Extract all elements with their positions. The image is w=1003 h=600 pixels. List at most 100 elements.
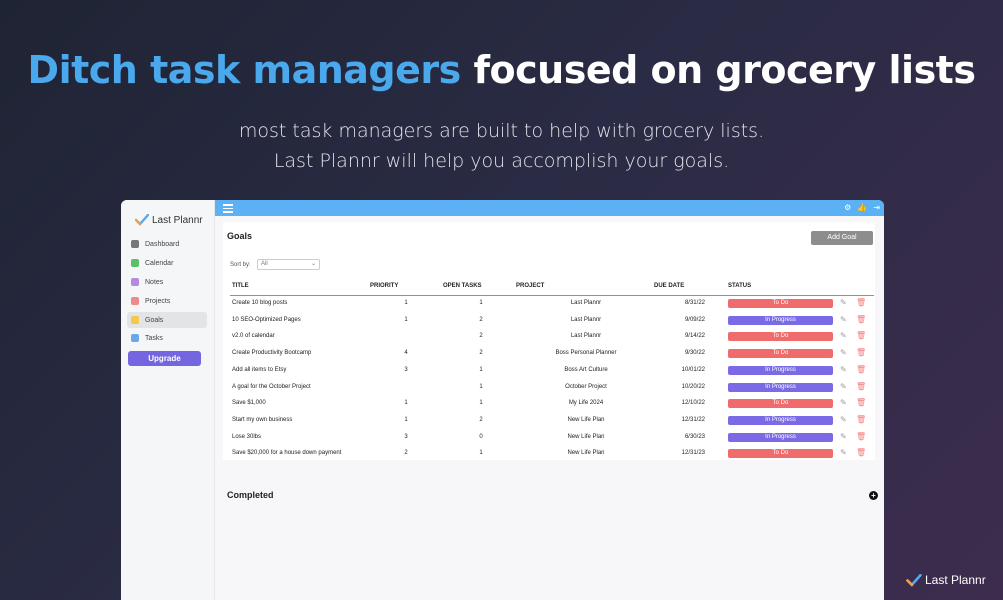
status-badge[interactable]: In Progress: [728, 315, 833, 325]
goal-due-date: 10/01/22: [681, 366, 705, 373]
table-row[interactable]: Start my own business 1 2 New Life Plan 12/3…: [223, 413, 875, 429]
goal-project: Last Plannr: [570, 300, 602, 306]
main-content: Goals Add Goal Sort by: All ⌄ TITLE PRIO…: [215, 216, 884, 600]
thumbs-up-icon[interactable]: 👍: [857, 203, 867, 212]
trash-icon[interactable]: 🗑: [856, 448, 866, 457]
goal-project: Boss Art Culture: [564, 366, 608, 373]
goal-due-date: 12/31/22: [681, 416, 705, 423]
goal-due-date: 9/09/22: [684, 316, 705, 323]
checkmark-logo-icon: [135, 214, 149, 226]
trash-icon[interactable]: 🗑: [856, 331, 866, 340]
table-row[interactable]: Save $1,000 1 1 My Life 2024 12/10/22 To Do ✎ 🗑: [223, 396, 875, 412]
trash-icon[interactable]: 🗑: [856, 398, 866, 407]
table-row[interactable]: Create 10 blog posts 1 1 Last Plannr 8/31/22…: [223, 296, 875, 312]
status-badge[interactable]: In Progress: [728, 382, 833, 392]
goal-title: v2.0 of calendar: [232, 333, 275, 340]
goal-due-date: 8/31/22: [684, 300, 705, 306]
sidebar-item-projects[interactable]: Projects: [127, 293, 207, 309]
goal-priority: 4: [404, 350, 408, 357]
table-row[interactable]: A goal for the October Project 1 October P…: [223, 380, 875, 396]
trash-icon[interactable]: 🗑: [856, 298, 866, 307]
edit-icon[interactable]: ✎: [840, 348, 847, 357]
status-badge[interactable]: In Progress: [728, 415, 833, 425]
table-row[interactable]: Create Productivity Bootcamp 4 2 Boss Perso…: [223, 346, 875, 362]
goal-open-tasks: 1: [479, 366, 483, 373]
edit-icon[interactable]: ✎: [840, 382, 847, 391]
trash-icon[interactable]: 🗑: [856, 365, 866, 374]
goal-open-tasks: 1: [479, 300, 483, 306]
goal-open-tasks: 1: [479, 383, 483, 390]
goal-project: Boss Personal Planner: [555, 350, 617, 357]
status-badge[interactable]: In Progress: [728, 432, 833, 442]
table-row[interactable]: v2.0 of calendar 2 Last Plannr 9/14/22 To Do…: [223, 329, 875, 345]
table-row[interactable]: Lose 30lbs 3 0 New Life Plan 6/30/23 In Progr…: [223, 430, 875, 446]
sidebar-item-tasks[interactable]: Tasks: [127, 330, 207, 346]
brand-text: Last Plannr: [925, 573, 986, 587]
sort-label: Sort by:: [230, 262, 251, 268]
trash-icon[interactable]: 🗑: [856, 382, 866, 391]
sidebar-item-notes[interactable]: Notes: [127, 274, 207, 290]
logout-icon[interactable]: ⇥: [873, 203, 880, 212]
sidebar-item-dashboard[interactable]: Dashboard: [127, 236, 207, 252]
table-row[interactable]: Save $20,000 for a house down payment 2 1 N…: [223, 446, 875, 462]
upgrade-button[interactable]: Upgrade: [128, 351, 201, 366]
status-badge[interactable]: To Do: [728, 349, 833, 359]
add-goal-button[interactable]: Add Goal: [811, 231, 873, 245]
column-header-priority[interactable]: PRIORITY: [370, 283, 398, 289]
trash-icon[interactable]: 🗑: [856, 315, 866, 324]
app-logo[interactable]: Last Plannr: [135, 214, 203, 226]
status-badge[interactable]: To Do: [728, 299, 833, 308]
goal-project: October Project: [565, 383, 607, 390]
edit-icon[interactable]: ✎: [840, 365, 847, 374]
status-badge[interactable]: To Do: [728, 449, 833, 459]
table-row[interactable]: Add all items to Etsy 3 1 Boss Art Culture 1…: [223, 363, 875, 379]
settings-icon[interactable]: ⚙: [844, 203, 851, 212]
goals-panel: Goals Add Goal Sort by: All ⌄ TITLE PRIO…: [223, 222, 875, 460]
edit-icon[interactable]: ✎: [840, 331, 847, 340]
top-bar-actions: ⚙ 👍 ⇥: [844, 203, 880, 212]
hamburger-menu-icon[interactable]: [223, 204, 233, 215]
edit-icon[interactable]: ✎: [840, 315, 847, 324]
chevron-down-icon: ⌄: [310, 261, 316, 267]
column-header-title[interactable]: TITLE: [232, 283, 249, 289]
edit-icon[interactable]: ✎: [840, 448, 847, 457]
sidebar-item-label: Tasks: [145, 334, 163, 342]
app-window: Last Plannr Dashboard Calendar Notes Projec…: [121, 200, 884, 600]
status-badge[interactable]: To Do: [728, 332, 833, 342]
goal-due-date: 9/30/22: [684, 350, 705, 357]
edit-icon[interactable]: ✎: [840, 432, 847, 441]
hero-subline-1: most task managers are built to help wit…: [238, 120, 765, 142]
goal-due-date: 9/14/22: [684, 333, 705, 340]
goal-open-tasks: 2: [479, 333, 483, 340]
goal-title: Add all items to Etsy: [232, 366, 287, 373]
edit-icon[interactable]: ✎: [840, 398, 847, 407]
status-badge[interactable]: To Do: [728, 399, 833, 409]
column-header-project[interactable]: PROJECT: [516, 283, 544, 289]
add-completed-icon[interactable]: +: [869, 491, 878, 500]
edit-icon[interactable]: ✎: [840, 298, 847, 307]
goal-due-date: 6/30/23: [684, 433, 705, 440]
sidebar-item-calendar[interactable]: Calendar: [127, 255, 207, 271]
goal-project: My Life 2024: [568, 400, 604, 407]
notes-icon: [131, 278, 139, 286]
tasks-icon: [131, 334, 139, 342]
projects-icon: [131, 297, 139, 305]
goal-open-tasks: 1: [479, 400, 483, 407]
column-header-open-tasks[interactable]: OPEN TASKS: [443, 283, 482, 289]
top-bar: ⚙ 👍 ⇥: [215, 200, 884, 216]
sidebar-item-goals[interactable]: Goals: [127, 312, 207, 328]
trash-icon[interactable]: 🗑: [856, 348, 866, 357]
goal-priority: 1: [404, 300, 408, 306]
goals-icon: [131, 316, 139, 324]
goal-title: 10 SEO-Optimized Pages: [232, 316, 301, 323]
trash-icon[interactable]: 🗑: [856, 432, 866, 441]
edit-icon[interactable]: ✎: [840, 415, 847, 424]
column-header-due-date[interactable]: DUE DATE: [654, 283, 684, 289]
status-badge[interactable]: In Progress: [728, 365, 833, 375]
table-row[interactable]: 10 SEO-Optimized Pages 1 2 Last Plannr 9/09/…: [223, 313, 875, 329]
trash-icon[interactable]: 🗑: [856, 415, 866, 424]
column-header-status[interactable]: STATUS: [728, 283, 751, 289]
goal-open-tasks: 0: [479, 433, 483, 440]
goal-open-tasks: 2: [479, 416, 483, 423]
sort-select[interactable]: All ⌄: [257, 259, 320, 270]
